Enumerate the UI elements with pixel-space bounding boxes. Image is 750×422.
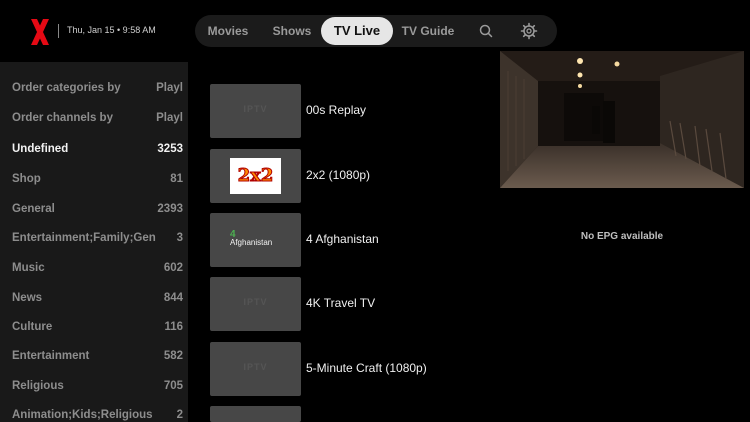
- sidebar-item-label: Entertainment;Family;Gen: [12, 232, 156, 244]
- sidebar-item-label: Animation;Kids;Religious: [12, 409, 153, 421]
- iptv-placeholder-logo: IPTV: [243, 297, 268, 307]
- iptv-placeholder-logo: IPTV: [243, 362, 268, 372]
- sidebar-item-count: 602: [163, 262, 183, 274]
- sidebar-item-label: Shop: [12, 173, 41, 185]
- sidebar-item-count: 705: [163, 380, 183, 392]
- channel-item[interactable]: IPTV 4K Travel TV: [210, 277, 470, 331]
- video-frame-image: [500, 51, 744, 188]
- sidebar-item-undefined[interactable]: Undefined 3253: [12, 143, 183, 163]
- channel-thumbnail: IPTV: [210, 277, 301, 331]
- video-preview[interactable]: [500, 51, 744, 188]
- sidebar-item-label: Order channels by: [12, 112, 113, 124]
- 2x2-logo: 2x2: [230, 158, 281, 194]
- tab-tv-guide[interactable]: TV Guide: [399, 15, 457, 47]
- sidebar-item-entertainment[interactable]: Entertainment 582: [12, 350, 183, 370]
- channel-item[interactable]: IPTV 00s Replay: [210, 84, 470, 138]
- sidebar-item-label: Music: [12, 262, 45, 274]
- sidebar-item-general[interactable]: General 2393: [12, 203, 183, 223]
- sidebar-item-count: 844: [163, 292, 183, 304]
- top-navigation: Movies Shows TV Live TV Guide: [195, 15, 557, 47]
- search-icon[interactable]: [477, 22, 495, 40]
- sidebar-item-count: 582: [163, 350, 183, 362]
- sidebar-item-label: Religious: [12, 380, 64, 392]
- header-separator: [58, 24, 59, 38]
- category-sidebar: Order categories by Playl Order channels…: [0, 62, 188, 422]
- sidebar-item-label: Entertainment: [12, 350, 90, 362]
- tab-tv-live[interactable]: TV Live: [321, 17, 393, 45]
- sidebar-item-shop[interactable]: Shop 81: [12, 173, 183, 193]
- tab-movies[interactable]: Movies: [203, 15, 253, 47]
- channel-item[interactable]: [210, 406, 470, 422]
- sidebar-item-label: General: [12, 203, 55, 215]
- channel-name: 4 Afghanistan: [306, 232, 379, 246]
- datetime: Thu, Jan 15 • 9:58 AM: [67, 25, 156, 35]
- sidebar-item-culture[interactable]: Culture 116: [12, 321, 183, 341]
- order-channels-option[interactable]: Order channels by Playl: [12, 112, 183, 132]
- channel-item[interactable]: 4 Afghanistan 4 Afghanistan: [210, 213, 470, 267]
- sidebar-item-entertainment-family-general[interactable]: Entertainment;Family;Gen 3: [12, 232, 183, 252]
- iptv-placeholder-logo: IPTV: [243, 104, 268, 114]
- channel-thumbnail: 4 Afghanistan: [210, 213, 301, 267]
- sidebar-item-count: 3253: [157, 143, 183, 155]
- channel-thumbnail: IPTV: [210, 84, 301, 138]
- sidebar-item-value: Playl: [156, 112, 183, 124]
- channel-name: 2x2 (1080p): [306, 168, 371, 182]
- 4-afghanistan-logo: 4 Afghanistan: [230, 229, 273, 247]
- sidebar-item-count: 116: [164, 321, 183, 333]
- sidebar-item-count: 2: [176, 409, 183, 421]
- order-categories-option[interactable]: Order categories by Playl: [12, 82, 183, 102]
- sidebar-item-value: Playl: [156, 82, 183, 94]
- x-logo-icon[interactable]: [28, 18, 52, 46]
- sidebar-item-music[interactable]: Music 602: [12, 262, 183, 282]
- sidebar-item-label: Culture: [12, 321, 53, 333]
- channel-item[interactable]: IPTV 5-Minute Craft (1080p): [210, 342, 470, 396]
- channel-thumbnail: [210, 406, 301, 422]
- channel-name: 4K Travel TV: [306, 296, 376, 310]
- channel-thumbnail: 2x2: [210, 149, 301, 203]
- sidebar-item-label: News: [12, 292, 43, 304]
- sidebar-item-label: Order categories by: [12, 82, 121, 94]
- epg-status: No EPG available: [580, 231, 664, 242]
- channel-thumbnail: IPTV: [210, 342, 301, 396]
- sidebar-item-count: 81: [170, 173, 183, 185]
- sidebar-item-count: 3: [176, 232, 183, 244]
- tab-shows[interactable]: Shows: [267, 15, 317, 47]
- channel-item[interactable]: 2x2 2x2 (1080p): [210, 149, 470, 203]
- sidebar-item-label: Undefined: [12, 143, 69, 155]
- sidebar-item-religious[interactable]: Religious 705: [12, 380, 183, 400]
- sidebar-item-count: 2393: [157, 203, 183, 215]
- channel-name: 00s Replay: [306, 103, 367, 117]
- sidebar-item-news[interactable]: News 844: [12, 292, 183, 312]
- gear-icon[interactable]: [520, 22, 538, 40]
- sidebar-item-animation-kids-religious[interactable]: Animation;Kids;Religious 2: [12, 409, 183, 422]
- channel-name: 5-Minute Craft (1080p): [306, 361, 427, 375]
